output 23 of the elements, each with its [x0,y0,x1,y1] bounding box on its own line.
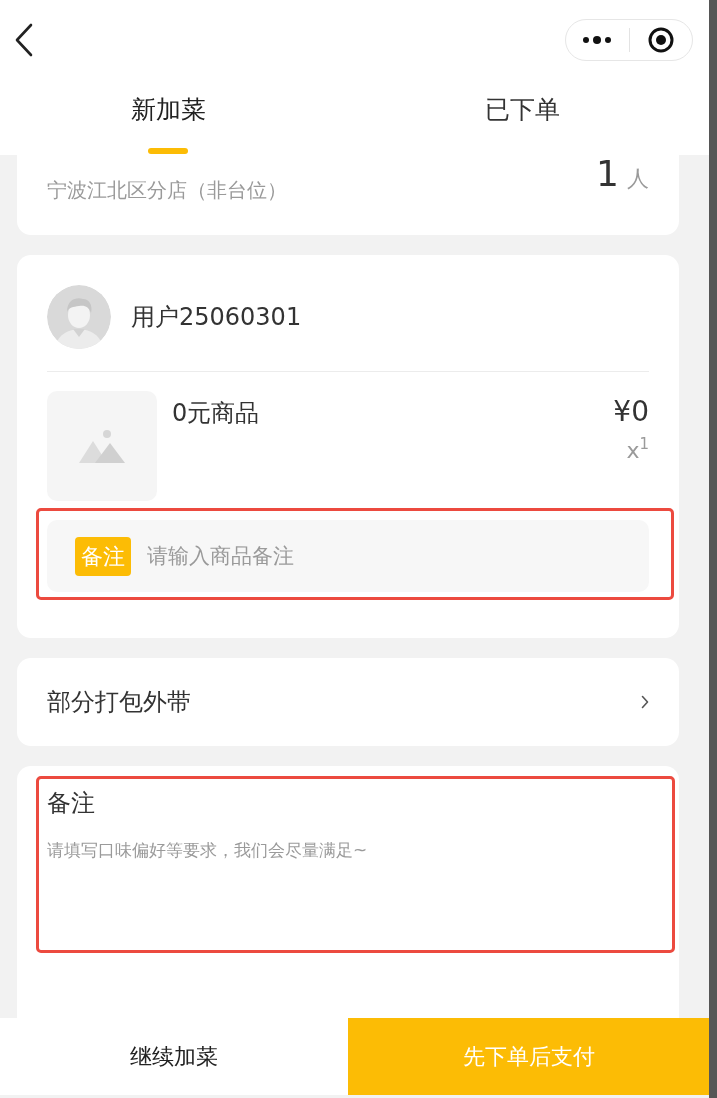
remark-input[interactable]: 请填写口味偏好等要求，我们会尽量满足~ [47,836,649,936]
chevron-right-icon [641,695,649,709]
back-button[interactable] [14,23,34,57]
tab[interactable]: 新加菜 [0,80,336,155]
user-name: 用户25060301 [131,302,302,332]
remark-title: 备注 [47,788,96,819]
more-icon [583,36,612,44]
store-name: 宁波江北区分店（非台位） [47,177,287,203]
target-icon [647,27,674,53]
note-tag: 备注 [75,536,131,576]
person-avatar-icon [47,285,111,349]
tab[interactable]: 已下单 [336,80,709,155]
item-note-input[interactable]: 请输入商品备注 [147,536,621,576]
bottom-bar-button[interactable]: 继续加菜 [0,1018,348,1095]
back-chevron-icon [14,23,34,57]
product-name: 0元商品 [172,398,260,428]
mountain-icon [79,429,125,463]
guest-unit: 人 [627,166,649,192]
product-price: ¥0 [613,395,649,429]
guest-count: 1 [596,155,619,193]
remark-card[interactable]: 备注 请填写口味偏好等要求，我们会尽量满足~ [17,766,679,1018]
packaging-option[interactable]: 部分打包外带 [17,658,679,746]
product-quantity: x$^{1}$ [626,437,649,465]
